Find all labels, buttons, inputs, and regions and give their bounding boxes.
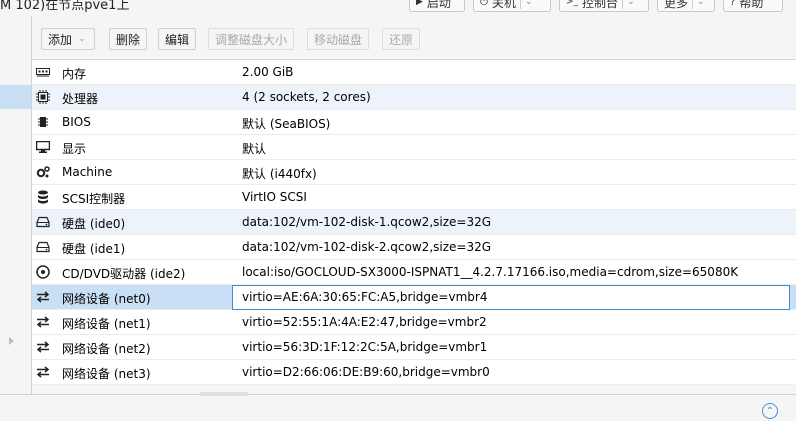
memory-icon bbox=[36, 65, 50, 79]
row-value: 2.00 GiB bbox=[242, 65, 294, 79]
bios-icon bbox=[36, 115, 50, 129]
console-button[interactable]: >_ 控制台 ⌄ bbox=[559, 0, 649, 12]
remove-button[interactable]: 删除 bbox=[109, 28, 148, 50]
power-icon: ⏻ bbox=[480, 0, 488, 8]
table-row[interactable]: 网络设备 (net3) virtio=D2:66:06:DE:B9:60,brid… bbox=[32, 360, 796, 385]
shutdown-button[interactable]: ⏻ 关机 ⌄ bbox=[473, 0, 551, 12]
table-row[interactable]: 硬盘 (ide0) data:102/vm-102-disk-1.qcow2,si… bbox=[32, 210, 796, 235]
help-button[interactable]: ? 帮助 bbox=[723, 0, 783, 12]
hardware-panel: 添加 ⌄ 删除 编辑 调整磁盘大小 移动磁盘 还原 内存 2.00 GiB 处理器 4… bbox=[32, 16, 796, 385]
bottom-panel: ⌃ bbox=[0, 392, 796, 421]
start-button[interactable]: ▶ 启动 bbox=[409, 0, 465, 12]
play-icon: ▶ bbox=[416, 0, 423, 7]
expand-arrow-icon[interactable] bbox=[9, 337, 14, 345]
chevron-down-icon: ⌄ bbox=[78, 34, 86, 44]
network-icon bbox=[36, 340, 50, 354]
row-name: 显示 bbox=[62, 142, 87, 156]
row-name: BIOS bbox=[62, 115, 91, 129]
add-button[interactable]: 添加 ⌄ bbox=[41, 28, 96, 50]
row-name: 处理器 bbox=[62, 92, 99, 106]
network-icon bbox=[36, 315, 50, 329]
row-value: virtio=D2:66:06:DE:B9:60,bridge=vmbr0 bbox=[242, 365, 490, 379]
cpu-icon bbox=[36, 90, 50, 104]
row-name: 硬盘 (ide0) bbox=[62, 217, 126, 231]
edit-button[interactable]: 编辑 bbox=[158, 28, 197, 50]
row-value: virtio=AE:6A:30:65:FC:A5,bridge=vmbr4 bbox=[242, 290, 488, 304]
page-title: M 102)在节点pve1上 bbox=[0, 0, 130, 13]
revert-button[interactable]: 还原 bbox=[382, 28, 421, 50]
row-name: 硬盘 (ide1) bbox=[62, 242, 126, 256]
table-row[interactable]: 内存 2.00 GiB bbox=[32, 60, 796, 85]
row-value: data:102/vm-102-disk-1.qcow2,size=32G bbox=[242, 215, 492, 229]
hardware-toolbar: 添加 ⌄ 删除 编辑 调整磁盘大小 移动磁盘 还原 bbox=[32, 16, 796, 60]
row-value: VirtIO SCSI bbox=[242, 190, 307, 204]
chevron-down-icon: ⌄ bbox=[697, 0, 705, 7]
resize-disk-button[interactable]: 调整磁盘大小 bbox=[208, 28, 295, 50]
header-bar: M 102)在节点pve1上 ▶ 启动 ⏻ 关机 ⌄ >_ 控制台 ⌄ 更多 ⌄… bbox=[0, 0, 796, 16]
table-row[interactable]: 网络设备 (net0) virtio=AE:6A:30:65:FC:A5,brid… bbox=[32, 285, 796, 310]
row-name: 网络设备 (net1) bbox=[62, 317, 151, 331]
harddisk-icon bbox=[36, 215, 50, 229]
table-row[interactable]: 硬盘 (ide1) data:102/vm-102-disk-2.qcow2,si… bbox=[32, 235, 796, 260]
row-name: SCSI控制器 bbox=[62, 192, 126, 206]
collapse-up-icon[interactable]: ⌃ bbox=[762, 403, 778, 419]
left-selected-item[interactable] bbox=[0, 85, 31, 109]
chevron-down-icon: ⌄ bbox=[627, 0, 635, 7]
splitter-handle[interactable] bbox=[200, 392, 248, 396]
row-value: local:iso/GOCLOUD-SX3000-ISPNAT1__4.2.7.… bbox=[242, 265, 739, 279]
more-button[interactable]: 更多 ⌄ bbox=[657, 0, 715, 12]
table-row[interactable]: CD/DVD驱动器 (ide2) local:iso/GOCLOUD-SX3000… bbox=[32, 260, 796, 285]
row-value: virtio=52:55:1A:4A:E2:47,bridge=vmbr2 bbox=[242, 315, 487, 329]
table-row[interactable]: Machine 默认 (i440fx) bbox=[32, 160, 796, 185]
display-icon bbox=[36, 140, 50, 154]
database-icon bbox=[36, 190, 50, 204]
row-name: 内存 bbox=[62, 67, 87, 81]
row-value: virtio=56:3D:1F:12:2C:5A,bridge=vmbr1 bbox=[242, 340, 488, 354]
cdrom-icon bbox=[36, 265, 50, 279]
row-name: CD/DVD驱动器 (ide2) bbox=[62, 267, 186, 281]
machine-icon bbox=[36, 165, 50, 179]
table-row[interactable]: BIOS 默认 (SeaBIOS) bbox=[32, 110, 796, 135]
left-panel bbox=[0, 16, 32, 394]
row-name: Machine bbox=[62, 165, 113, 179]
row-value: 默认 (SeaBIOS) bbox=[242, 117, 331, 131]
table-row[interactable]: SCSI控制器 VirtIO SCSI bbox=[32, 185, 796, 210]
table-row[interactable]: 显示 默认 bbox=[32, 135, 796, 160]
row-value: 默认 (i440fx) bbox=[242, 167, 317, 181]
table-row[interactable]: 网络设备 (net1) virtio=52:55:1A:4A:E2:47,brid… bbox=[32, 310, 796, 335]
chevron-down-icon: ⌄ bbox=[524, 0, 533, 7]
table-row[interactable]: 处理器 4 (2 sockets, 2 cores) bbox=[32, 85, 796, 110]
row-value: 默认 bbox=[242, 142, 267, 156]
network-icon bbox=[36, 290, 50, 304]
terminal-icon: >_ bbox=[566, 0, 579, 7]
row-value: data:102/vm-102-disk-2.qcow2,size=32G bbox=[242, 240, 492, 254]
move-disk-button[interactable]: 移动磁盘 bbox=[307, 28, 370, 50]
row-name: 网络设备 (net2) bbox=[62, 342, 151, 356]
table-row[interactable]: 网络设备 (net2) virtio=56:3D:1F:12:2C:5A,brid… bbox=[32, 335, 796, 360]
network-icon bbox=[36, 365, 50, 379]
row-name: 网络设备 (net3) bbox=[62, 367, 151, 381]
row-name: 网络设备 (net0) bbox=[62, 292, 151, 306]
help-icon: ? bbox=[730, 0, 736, 8]
harddisk-icon bbox=[36, 240, 50, 254]
row-value: 4 (2 sockets, 2 cores) bbox=[242, 90, 371, 104]
